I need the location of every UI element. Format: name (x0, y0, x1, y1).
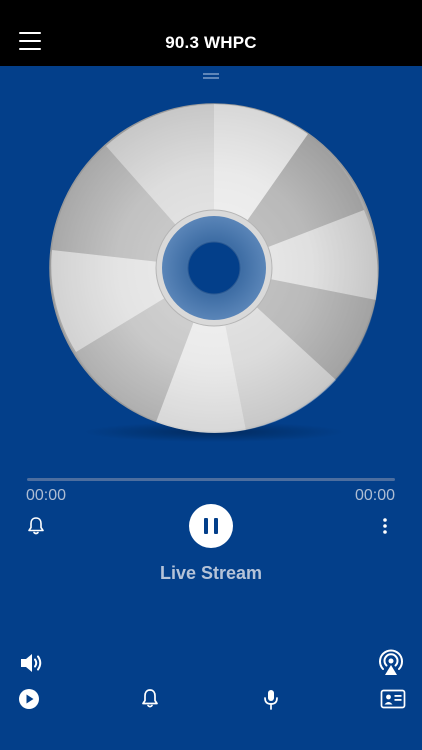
play-circle-icon[interactable] (18, 688, 40, 710)
pause-icon (214, 518, 218, 534)
microphone-icon[interactable] (261, 688, 281, 712)
page-title: 90.3 WHPC (165, 33, 257, 52)
progress-bar[interactable] (27, 478, 395, 481)
disc-center-hole (187, 241, 241, 295)
cd-artwork (49, 103, 379, 442)
pause-button[interactable] (189, 504, 233, 548)
airplay-icon[interactable] (377, 649, 405, 677)
pause-icon (204, 518, 208, 534)
vertical-dots-icon[interactable] (379, 516, 391, 536)
elapsed-time: 00:00 (26, 487, 67, 504)
bell-icon[interactable] (27, 516, 45, 536)
drag-handle-line (203, 73, 219, 75)
drag-handle-line (203, 77, 219, 79)
app-header: 90.3 WHPC (0, 0, 422, 66)
drag-handle[interactable] (203, 73, 219, 79)
contact-card-icon[interactable] (380, 689, 406, 709)
total-time: 00:00 (354, 487, 395, 504)
bell-icon[interactable] (141, 688, 159, 710)
stream-title: Live Stream (159, 563, 263, 583)
speaker-icon[interactable] (19, 651, 45, 675)
